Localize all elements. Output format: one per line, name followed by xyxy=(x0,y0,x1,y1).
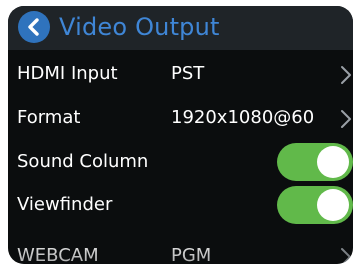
chevron-right-icon xyxy=(341,110,351,128)
row-hdmi-input[interactable]: HDMI Input PST xyxy=(8,52,353,96)
chevron-right-icon xyxy=(341,248,351,264)
row-value: PGM xyxy=(171,245,212,264)
row-label: Sound Column xyxy=(17,151,149,172)
back-button[interactable] xyxy=(18,11,50,43)
row-label: WEBCAM xyxy=(17,245,99,264)
toggle-knob xyxy=(317,146,349,178)
row-viewfinder: Viewfinder xyxy=(8,183,353,227)
viewfinder-toggle[interactable] xyxy=(277,186,353,224)
toggle-knob xyxy=(317,189,349,221)
chevron-right-icon xyxy=(341,66,351,84)
page-title: Video Output xyxy=(59,13,220,41)
row-value: PST xyxy=(171,63,205,84)
row-format[interactable]: Format 1920x1080@60 xyxy=(8,96,353,140)
sound-column-toggle[interactable] xyxy=(277,143,353,181)
row-label: HDMI Input xyxy=(17,63,118,84)
row-webcam[interactable]: WEBCAM PGM xyxy=(8,234,353,264)
row-value: 1920x1080@60 xyxy=(171,107,315,128)
header-bar: Video Output xyxy=(8,6,353,50)
row-label: Viewfinder xyxy=(17,194,113,215)
video-output-screen: Video Output HDMI Input PST Format 1920x… xyxy=(8,6,353,264)
row-sound-column: Sound Column xyxy=(8,140,353,184)
chevron-left-icon xyxy=(28,18,39,36)
row-label: Format xyxy=(17,107,81,128)
